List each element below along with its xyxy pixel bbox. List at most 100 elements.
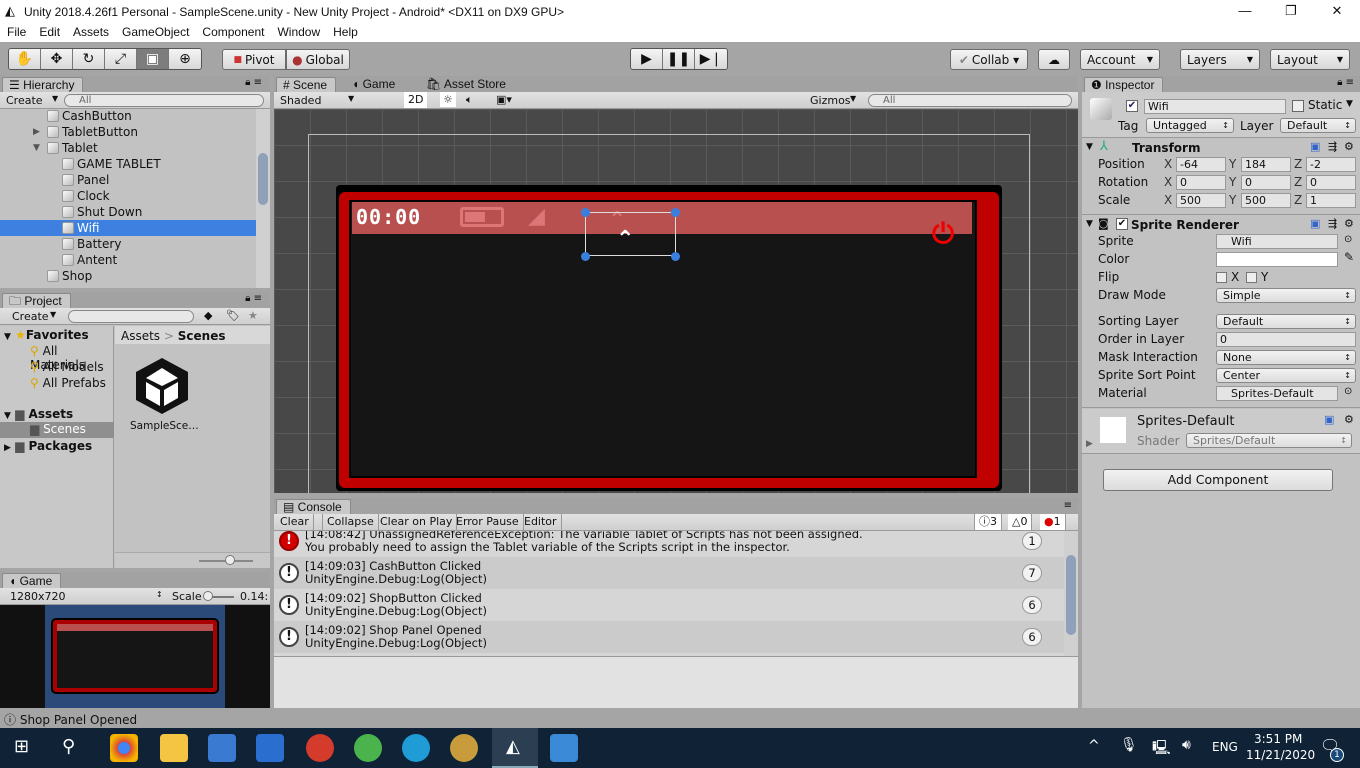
help-icon[interactable]: ▣ <box>1324 413 1334 426</box>
assets-folder[interactable]: ▼ ▆ Assets <box>4 407 73 421</box>
menu-window[interactable]: Window <box>270 23 326 42</box>
store-icon[interactable] <box>208 734 236 762</box>
draw-mode-dropdown[interactable]: Simple <box>1216 288 1356 303</box>
2d-toggle[interactable]: 2D <box>404 92 428 108</box>
tab-project[interactable]: 🗀 Project <box>2 293 71 308</box>
enabled-checkbox[interactable]: ✔ <box>1116 218 1128 230</box>
slider-thumb[interactable] <box>225 555 235 565</box>
move-tool-icon[interactable]: ✥ <box>41 49 73 69</box>
scene-view[interactable]: 00:00 ◢ ⌃ ⏻ ⌃ <box>274 109 1078 493</box>
menu-file[interactable]: File <box>0 23 32 42</box>
close-button[interactable]: ✕ <box>1314 0 1360 23</box>
status-message[interactable]: Shop Panel Opened <box>20 713 137 727</box>
expand-arrow-icon[interactable]: ▶ <box>1086 439 1093 449</box>
expand-arrow-icon[interactable]: ▼ <box>1086 142 1093 152</box>
object-picker-icon[interactable]: ⊙ <box>1344 386 1352 397</box>
sorting-layer-dropdown[interactable]: Default <box>1216 314 1356 329</box>
menu-help[interactable]: Help <box>326 23 364 42</box>
hand-tool-icon[interactable]: ✋ <box>9 49 41 69</box>
scale-x-field[interactable]: 500 <box>1176 193 1226 208</box>
rect-handle[interactable] <box>581 252 590 261</box>
rotation-z-field[interactable]: 0 <box>1306 175 1356 190</box>
console-log-entry[interactable]: ! [14:09:02] Shop Panel Opened UnityEngine… <box>274 621 1064 653</box>
account-dropdown[interactable]: Account ▼ <box>1080 49 1160 70</box>
name-field[interactable]: Wifi <box>1144 99 1286 114</box>
sort-point-dropdown[interactable]: Center <box>1216 368 1356 383</box>
object-picker-icon[interactable]: ⊙ <box>1344 234 1352 245</box>
scene-search-input[interactable]: All <box>868 94 1072 107</box>
tab-game[interactable]: ◖ Game <box>2 573 62 588</box>
tab-console[interactable]: ▤ Console <box>276 499 351 514</box>
tab-asset-store[interactable]: 🛍︎ Asset Store <box>420 77 514 92</box>
league-icon[interactable] <box>450 734 478 762</box>
material-field[interactable]: Sprites-Default <box>1216 386 1338 401</box>
lock-menu-icon[interactable]: 🔒︎ ≡ <box>1337 77 1354 88</box>
create-dropdown[interactable]: Create <box>12 310 49 323</box>
console-log-entry[interactable]: ! [14:08:42] UnassignedReferenceException… <box>274 531 1064 557</box>
warning-count-toggle[interactable]: △0 <box>1008 514 1033 530</box>
position-z-field[interactable]: -2 <box>1306 157 1356 172</box>
collab-button[interactable]: ✔ Collab ▾ <box>950 49 1028 70</box>
hierarchy-item[interactable]: GAME TABLET <box>0 156 256 172</box>
color-field[interactable] <box>1216 252 1338 267</box>
rect-handle[interactable] <box>671 208 680 217</box>
rect-handle[interactable] <box>581 208 590 217</box>
play-button[interactable]: ▶ <box>631 49 663 69</box>
tab-inspector[interactable]: ❶ Inspector <box>1084 77 1164 92</box>
language-indicator[interactable]: ENG <box>1212 740 1238 754</box>
position-y-field[interactable]: 184 <box>1241 157 1291 172</box>
hierarchy-item[interactable]: ▶ TabletButton <box>0 124 256 140</box>
lighting-toggle-icon[interactable]: ☼ <box>440 92 456 107</box>
rotation-y-field[interactable]: 0 <box>1241 175 1291 190</box>
tag-dropdown[interactable]: Untagged <box>1146 118 1234 133</box>
expand-arrow-icon[interactable]: ▼ <box>1086 219 1093 229</box>
error-pause-button[interactable]: Error Pause <box>452 514 524 530</box>
hierarchy-item[interactable]: Battery <box>0 236 256 252</box>
collapse-button[interactable]: Collapse <box>322 514 379 530</box>
star-icon[interactable]: ★ <box>248 309 258 322</box>
minimize-button[interactable]: — <box>1222 0 1268 23</box>
clear-button[interactable]: Clear <box>276 514 314 530</box>
maximize-button[interactable]: ❐ <box>1268 0 1314 23</box>
shader-dropdown[interactable]: Sprites/Default <box>1186 433 1352 448</box>
breadcrumb-scenes[interactable]: Scenes <box>178 329 226 343</box>
order-field[interactable]: 0 <box>1216 332 1356 347</box>
clock-time[interactable]: 3:51 PM <box>1254 732 1302 746</box>
scrollbar-thumb[interactable] <box>258 153 268 205</box>
filter-type-icon[interactable]: ◆ <box>204 309 212 322</box>
app-icon[interactable] <box>306 734 334 762</box>
hierarchy-item[interactable]: Clock <box>0 188 256 204</box>
photos-icon[interactable] <box>550 734 578 762</box>
unity-scene-asset[interactable] <box>130 354 194 418</box>
editor-dropdown[interactable]: Editor <box>520 514 562 530</box>
scale-y-field[interactable]: 500 <box>1241 193 1291 208</box>
tab-hierarchy[interactable]: ☰ Hierarchy <box>2 77 84 92</box>
project-search-input[interactable] <box>68 310 194 323</box>
gear-icon[interactable]: ⚙ <box>1344 413 1354 426</box>
rotate-tool-icon[interactable]: ↻ <box>73 49 105 69</box>
packages-folder[interactable]: ▶ ▆ Packages <box>4 439 92 453</box>
mail-icon[interactable] <box>256 734 284 762</box>
hierarchy-item[interactable]: Shop <box>0 268 256 284</box>
console-scrollbar[interactable] <box>1064 531 1078 657</box>
gameobject-cube-icon[interactable] <box>1090 98 1112 120</box>
lock-menu-icon[interactable]: 🔒︎ ≡ <box>245 77 262 88</box>
edge-icon[interactable] <box>402 734 430 762</box>
layout-dropdown[interactable]: Layout ▼ <box>1270 49 1350 70</box>
game-view[interactable] <box>0 605 270 708</box>
position-x-field[interactable]: -64 <box>1176 157 1226 172</box>
tab-scene[interactable]: # Scene <box>276 77 337 92</box>
expand-arrow-icon[interactable]: ▼ <box>33 140 40 156</box>
transform-tool-icon[interactable]: ⊕ <box>169 49 201 69</box>
pause-button[interactable]: ❚❚ <box>663 49 695 69</box>
info-count-toggle[interactable]: ⓘ3 <box>974 514 1002 530</box>
expand-arrow-icon[interactable]: ▶ <box>33 124 40 140</box>
gear-icon[interactable]: ⚙ <box>1344 217 1354 230</box>
layers-dropdown[interactable]: Layers ▼ <box>1180 49 1260 70</box>
help-icon[interactable]: ▣ <box>1310 140 1320 153</box>
gizmos-dropdown[interactable]: Gizmos <box>810 94 851 107</box>
fav-all-models[interactable]: ⚲ All Models <box>30 360 104 374</box>
resolution-dropdown[interactable]: 1280x720 <box>10 590 66 603</box>
breadcrumb-assets[interactable]: Assets <box>121 329 160 343</box>
layer-dropdown[interactable]: Default <box>1280 118 1356 133</box>
